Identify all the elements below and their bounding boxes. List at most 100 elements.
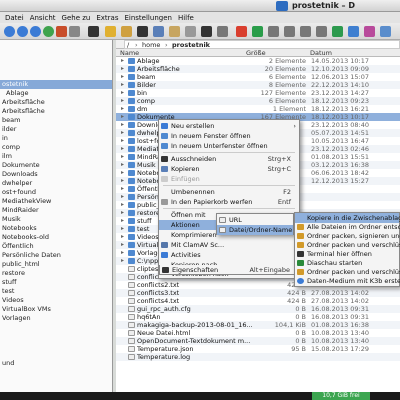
menu-item-new[interactable]: Neu erstellen › [159,121,299,131]
table-row[interactable]: ▸ bin 127 Elemente 23.12.2013 14:27 [116,89,400,97]
menu-item-open-window[interactable]: In neuem Fenster öffnen [159,131,299,141]
copy-icon[interactable] [153,26,164,37]
expand-icon[interactable]: ▸ [121,193,124,201]
permissions-icon[interactable] [217,26,228,37]
menu-item-copy[interactable]: Kopieren Strg+C [159,164,299,174]
sidebar-item[interactable]: Arbeitsfläche [2,98,45,107]
column-size[interactable]: Größe [246,49,266,57]
split-view-icon[interactable] [332,26,343,37]
menu-datei[interactable]: Datei [2,14,27,22]
view-icons-icon[interactable] [268,26,279,37]
expand-icon[interactable]: ▸ [121,81,124,89]
expand-icon[interactable]: ▸ [121,97,124,105]
table-row[interactable]: makagiga-backup-2013-08-01_16... 104,1 Ki… [116,321,400,329]
expand-icon[interactable]: ▸ [121,137,124,145]
column-name[interactable]: Name [120,49,139,57]
expand-icon[interactable]: ▸ [121,161,124,169]
expand-icon[interactable]: ▸ [121,145,124,153]
up-icon[interactable] [30,26,41,37]
sidebar-item[interactable]: Vorlagen [2,314,31,323]
table-row[interactable]: ▸ Arbeitsfläche 20 Elemente 12.10.2013 09:0… [116,65,400,73]
expand-icon[interactable]: ▸ [121,257,124,265]
sidebar-item[interactable]: Notebooks [2,224,37,233]
path-home[interactable]: home [142,41,160,49]
run-icon[interactable] [252,26,263,37]
cut-icon[interactable] [137,26,148,37]
expand-icon[interactable]: ▸ [121,225,124,233]
sidebar-item[interactable]: ilm [2,152,12,161]
expand-icon[interactable]: ▸ [121,233,124,241]
sidebar-item[interactable]: ost+found [2,188,36,197]
view-detail-icon[interactable] [316,26,327,37]
table-row[interactable]: OpenDocument-Textdokument m... 0 B 10.08.2… [116,337,400,345]
zoom-icon[interactable] [380,26,391,37]
table-row[interactable]: ▸ Ablage 2 Elemente 14.05.2013 10:17 [116,57,400,65]
sidebar-item[interactable]: Notebooks-old [2,233,49,242]
sidebar-item[interactable]: Videos [2,296,24,305]
sidebar-item[interactable]: Persönliche Daten [2,251,61,260]
sync-icon[interactable] [348,26,359,37]
properties-icon[interactable] [201,26,212,37]
sidebar-item[interactable]: restore [2,269,25,278]
expand-icon[interactable]: ▸ [121,153,124,161]
sidebar-item[interactable]: Downloads [2,170,38,179]
expand-icon[interactable]: ▸ [121,241,124,249]
back-icon[interactable] [4,26,15,37]
expand-icon[interactable]: ▸ [121,65,124,73]
sidebar-item[interactable]: in [2,134,8,143]
sidebar-item[interactable]: dwhelper [2,179,32,188]
table-row[interactable]: ▸ Bilder 8 Elemente 22.12.2013 14:10 [116,81,400,89]
sidebar-item[interactable]: ilder [2,125,16,134]
forward-icon[interactable] [17,26,28,37]
table-row[interactable]: ▸ beam 6 Elemente 12.06.2013 15:07 [116,73,400,81]
table-row[interactable]: hq6tAn 0 B 16.08.2013 09:31 [116,313,400,321]
menu-extras[interactable]: Extras [93,14,121,22]
sidebar-item[interactable]: Ablage [6,89,29,98]
submenu-item-filename[interactable]: Datei/Ordner-Name [217,225,293,235]
sidebar-item[interactable]: MindRaider [2,206,39,215]
menu-hilfe[interactable]: Hilfe [175,14,197,22]
expand-icon[interactable]: ▸ [121,177,124,185]
expand-icon[interactable]: ▸ [121,169,124,177]
binoculars-icon[interactable] [69,26,80,37]
expand-icon[interactable]: ▸ [121,89,124,97]
share-icon[interactable] [364,26,375,37]
path-field[interactable]: / › home › prostetnik [124,40,400,49]
table-row[interactable]: Neue Datei.html 0 B 10.08.2013 13:40 [116,329,400,337]
submenu-item-k3b[interactable]: Daten-Medium mit K3b erstellen [295,276,400,286]
sidebar-item[interactable]: beam [2,116,20,125]
expand-icon[interactable]: ▸ [121,129,124,137]
submenu-item-url[interactable]: URL [217,215,293,225]
view-compact-icon[interactable] [300,26,311,37]
expand-icon[interactable]: ▸ [121,201,124,209]
sidebar-item[interactable]: MediathekView [2,197,51,206]
sidebar-item[interactable]: stuff [2,278,17,287]
sidebar-item[interactable]: Arbeitsfläche [2,107,45,116]
expand-icon[interactable]: ▸ [121,113,124,121]
expand-icon[interactable]: ▸ [121,73,124,81]
expand-icon[interactable]: ▸ [121,57,124,65]
expand-icon[interactable]: ▸ [121,249,124,257]
folder-new-icon[interactable] [105,26,116,37]
sidebar-item[interactable]: Öffentlich [2,242,34,251]
table-row[interactable]: ▸ comp 6 Elemente 18.12.2013 09:23 [116,97,400,105]
sidebar-item[interactable]: test [2,287,14,296]
expand-icon[interactable]: ▸ [121,121,124,129]
menu-item-trash[interactable]: In den Papierkorb werfen Entf [159,197,299,207]
path-current[interactable]: prostetnik [172,41,210,49]
table-row[interactable]: conflicts4.txt 424 B 27.08.2013 14:02 [116,297,400,305]
menu-item-rename[interactable]: Umbenennen F2 [159,187,299,197]
table-row[interactable]: Temperature.log [116,353,400,361]
menu-item-activities[interactable]: Activities [159,250,299,260]
table-row[interactable]: ▸ dm 1 Element 18.12.2013 16:21 [116,105,400,113]
sidebar-item-home[interactable]: ostetnik [0,80,112,89]
sidebar-item[interactable]: und [2,359,14,368]
menu-item-properties[interactable]: Eigenschaften Alt+Eingabe [159,265,299,275]
table-row[interactable]: gui_rpc_auth.cfg 0 B 16.08.2013 09:31 [116,305,400,313]
sidebar-item[interactable]: Musik [2,215,21,224]
stop-icon[interactable] [236,26,247,37]
menu-item-open-tab[interactable]: In neuem Unterfenster öffnen [159,141,299,151]
menu-einstellungen[interactable]: Einstellungen [121,14,174,22]
file-new-icon[interactable] [121,26,132,37]
menu-ansicht[interactable]: Ansicht [27,14,59,22]
